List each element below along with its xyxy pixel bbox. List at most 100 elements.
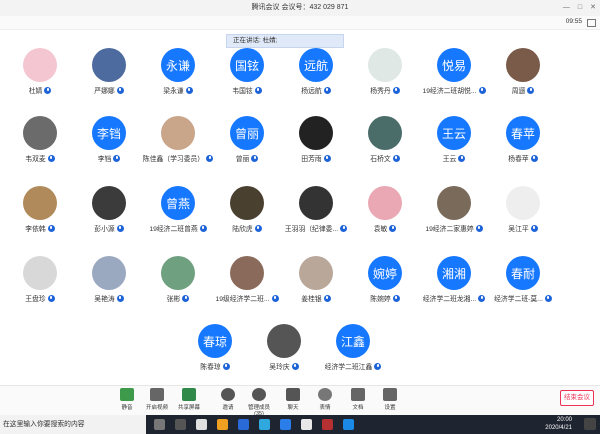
participant-name-row: 吴玲庆: [249, 361, 319, 371]
avatar: [92, 48, 126, 82]
avatar: [92, 256, 126, 290]
participant-tile[interactable]: 袁敏: [350, 186, 420, 233]
end-meeting-button[interactable]: 结束会议: [560, 390, 594, 406]
video-button[interactable]: 开启视频: [142, 388, 172, 411]
share-screen-button[interactable]: 共享屏幕: [174, 388, 204, 411]
avatar: [23, 256, 57, 290]
participant-tile[interactable]: 婉婷 陈婉婷: [350, 256, 420, 303]
participant-tile[interactable]: 王盘珍: [5, 256, 75, 303]
avatar: [299, 116, 333, 150]
notification-icon[interactable]: [584, 418, 596, 430]
participant-tile[interactable]: 春苹 杨春苹: [488, 116, 558, 163]
participant-tile[interactable]: 曾丽 曾丽: [212, 116, 282, 163]
mute-button[interactable]: 静音: [112, 388, 142, 411]
participant-name-row: 陈婉婷: [350, 293, 420, 303]
participant-name: 姜桂银: [301, 296, 322, 303]
microphone-icon: [374, 362, 382, 370]
participant-tile[interactable]: 杨秀丹: [350, 48, 420, 95]
participant-name: 王云: [442, 156, 457, 163]
manage-members-button[interactable]: 管理成员(35): [244, 388, 274, 417]
microphone-icon: [392, 86, 400, 94]
participant-name: 李依韩: [25, 226, 46, 233]
participant-tile[interactable]: 严娜娜: [74, 48, 144, 95]
participant-tile[interactable]: 吴艳涛: [74, 256, 144, 303]
app-icon[interactable]: [280, 419, 291, 430]
participant-name-row: 杨春苹: [488, 153, 558, 163]
participant-tile[interactable]: 姜桂银: [281, 256, 351, 303]
participant-tile[interactable]: 陈佳鑫（学习委员）: [143, 116, 214, 163]
participant-tile[interactable]: 石桥文: [350, 116, 420, 163]
participant-tile[interactable]: 李依韩: [5, 186, 75, 233]
participant-name: 经济学二班-莫...: [494, 296, 543, 303]
app-icon[interactable]: [322, 419, 333, 430]
microphone-icon: [544, 294, 552, 302]
participant-tile[interactable]: 张彬: [143, 256, 213, 303]
participant-tile[interactable]: 彭小源: [74, 186, 144, 233]
search-icon[interactable]: [154, 419, 165, 430]
participant-tile[interactable]: 吴玲庆: [249, 324, 319, 371]
participant-name-row: 杨远航: [281, 85, 351, 95]
participant-name-row: 彭小源: [74, 223, 144, 233]
participant-name: 19经济二班胡悦...: [422, 88, 477, 95]
microphone-icon: [116, 224, 124, 232]
participant-tile[interactable]: 国铉 韦国铉: [212, 48, 282, 95]
participant-tile[interactable]: 吴江平: [488, 186, 558, 233]
participant-tile[interactable]: 悦易 19经济二班胡悦...: [419, 48, 489, 95]
microphone-icon: [527, 86, 535, 94]
microphone-icon: [254, 224, 262, 232]
participant-tile[interactable]: 永谦 梁永谦: [143, 48, 213, 95]
participant-name-row: 经济学二班-莫...: [488, 293, 558, 303]
participant-tile[interactable]: 湘湘 经济学二班龙湘...: [419, 256, 489, 303]
participant-name: 陆欣虎: [232, 226, 253, 233]
app-icon[interactable]: [301, 419, 312, 430]
invite-button[interactable]: 邀请: [213, 388, 243, 411]
participant-tile[interactable]: 春琼 陈春琼: [180, 324, 250, 371]
microphone-icon: [251, 154, 259, 162]
participant-tile[interactable]: 王云 王云: [419, 116, 489, 163]
participant-grid: 杜婧 严娜娜 永谦 梁永谦 国铉 韦国铉 远航 杨远航 杨秀丹 悦易 19经济二班胡悦... 周逦韦双…: [0, 0, 600, 380]
tencent-meeting-icon[interactable]: [343, 419, 354, 430]
participant-tile[interactable]: 杜婧: [5, 48, 75, 95]
settings-button[interactable]: 设置: [375, 388, 405, 411]
participant-name-row: 曾丽: [212, 153, 282, 163]
participant-tile[interactable]: 春耐 经济学二班-莫...: [488, 256, 558, 303]
task-view-icon[interactable]: [175, 419, 186, 430]
members-icon: [252, 388, 266, 401]
participant-name: 吴江平: [508, 226, 529, 233]
word-icon[interactable]: [238, 419, 249, 430]
microphone-icon: [323, 86, 331, 94]
avatar: 婉婷: [368, 256, 402, 290]
participant-name-row: 韦国铉: [212, 85, 282, 95]
avatar: [23, 116, 57, 150]
participant-name-row: 吴艳涛: [74, 293, 144, 303]
participant-tile[interactable]: 韦双麦: [5, 116, 75, 163]
docs-button[interactable]: 文档: [343, 388, 373, 411]
participant-tile[interactable]: 19级经济学二班...: [212, 256, 282, 303]
participant-tile[interactable]: 周逦: [488, 48, 558, 95]
participant-name-row: 韦双麦: [5, 153, 75, 163]
chat-button[interactable]: 聊天: [278, 388, 308, 411]
avatar: 曾丽: [230, 116, 264, 150]
participant-name: 梁永谦: [163, 88, 184, 95]
participant-tile[interactable]: 李铛 李铛: [74, 116, 144, 163]
browser-icon[interactable]: [259, 419, 270, 430]
avatar: 王云: [437, 116, 471, 150]
settings-icon: [383, 388, 397, 401]
participant-tile[interactable]: 王羽羽（纪律委...: [281, 186, 351, 233]
participant-tile[interactable]: 远航 杨远航: [281, 48, 351, 95]
microphone-icon: [47, 154, 55, 162]
participant-name: 吴玲庆: [269, 364, 290, 371]
participant-tile[interactable]: 19经济二家惠婷: [419, 186, 489, 233]
emoji-button[interactable]: 表情: [310, 388, 340, 411]
participant-name: 经济学二班龙湘...: [422, 296, 477, 303]
participant-tile[interactable]: 田芳雨: [281, 116, 351, 163]
participant-name: 19经济二班曾燕: [149, 226, 198, 233]
participant-name: 吴艳涛: [94, 296, 115, 303]
app-icon[interactable]: [196, 419, 207, 430]
participant-tile[interactable]: 曾燕 19经济二班曾燕: [143, 186, 213, 233]
folder-icon[interactable]: [217, 419, 228, 430]
participant-tile[interactable]: 陆欣虎: [212, 186, 282, 233]
participant-tile[interactable]: 江鑫 经济学二班江鑫: [318, 324, 388, 371]
microphone-icon: [323, 294, 331, 302]
taskbar-search[interactable]: 在这里输入你要搜索的内容: [0, 415, 146, 434]
